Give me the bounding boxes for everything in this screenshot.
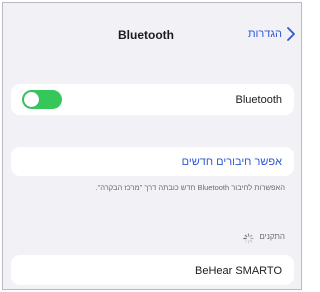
page-title: Bluetooth	[118, 28, 174, 42]
toggle-knob	[24, 92, 39, 107]
device-name: BeHear SMARTO	[194, 265, 282, 277]
bluetooth-label: Bluetooth	[235, 94, 282, 106]
allow-connections-footnote: האפשרות לחיבור Bluetooth חדש כובתה דרך "…	[95, 183, 285, 192]
bluetooth-toggle[interactable]	[22, 90, 62, 109]
devices-header-label: התקנים	[259, 231, 285, 241]
bluetooth-toggle-row: Bluetooth	[11, 84, 294, 115]
back-button-label: הגדרות	[247, 28, 282, 40]
chevron-right-icon	[285, 26, 297, 42]
navigation-bar: Bluetooth הגדרות	[3, 3, 301, 55]
allow-new-connections-label: אפשר חיבורים חדשים	[181, 156, 282, 168]
devices-section-header: התקנים	[243, 231, 285, 244]
device-row[interactable]: BeHear SMARTO	[11, 255, 294, 285]
activity-spinner-icon	[243, 231, 255, 244]
back-button[interactable]: הגדרות	[248, 25, 297, 43]
bluetooth-settings-screen: Bluetooth הגדרות Bluetooth אפשר חיבורים …	[2, 2, 302, 290]
allow-new-connections-button[interactable]: אפשר חיבורים חדשים	[11, 147, 294, 176]
